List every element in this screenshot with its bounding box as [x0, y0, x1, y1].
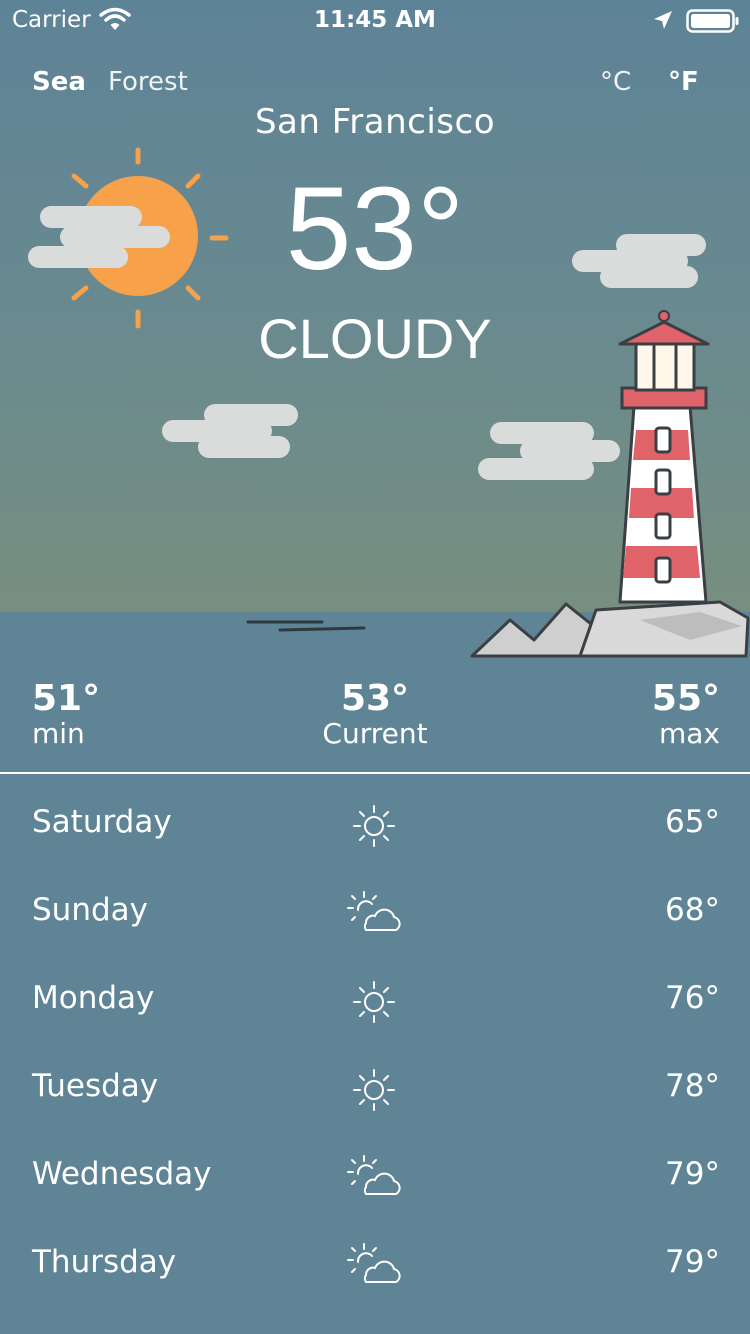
unit-celsius-toggle[interactable]: °C [600, 67, 631, 97]
forecast-day: Monday [32, 980, 155, 1016]
current-label: Current [322, 717, 428, 750]
tab-forest[interactable]: Forest [108, 67, 188, 97]
forecast-row: Tuesday 78° [0, 1046, 750, 1134]
forecast-temp: 68° [665, 892, 720, 928]
stat-max: 55° max [652, 678, 720, 750]
sun-icon [342, 974, 406, 1030]
temperature-stats: 51° min 53° Current 55° max [0, 678, 750, 770]
current-temperature: 53° [285, 163, 465, 295]
forecast-row: Thursday 79° [0, 1222, 750, 1310]
max-temperature: 55° [651, 678, 720, 719]
sun-icon [342, 1062, 406, 1118]
city-name: San Francisco [254, 102, 496, 142]
partly-cloudy-icon [342, 1238, 406, 1294]
tab-sea[interactable]: Sea [32, 67, 86, 97]
forecast-temp: 65° [665, 804, 720, 840]
weather-condition: CLOUDY [258, 307, 492, 370]
partly-cloudy-icon [342, 886, 406, 942]
forecast-day: Wednesday [32, 1156, 212, 1192]
location-arrow-icon [654, 11, 672, 29]
partly-cloudy-icon [342, 1150, 406, 1206]
forecast-temp: 79° [665, 1244, 720, 1280]
forecast-temp: 78° [665, 1068, 720, 1104]
forecast-list[interactable]: Saturday 65° Sunday 68° Monday 76° Tuesd… [0, 782, 750, 1310]
forecast-row: Wednesday 79° [0, 1134, 750, 1222]
forecast-day: Thursday [32, 1244, 177, 1280]
clock: 11:45 AM [314, 7, 436, 33]
max-label: max [658, 717, 720, 750]
forecast-row: Sunday 68° [0, 870, 750, 958]
divider [0, 772, 750, 774]
forecast-row: Saturday 65° [0, 782, 750, 870]
stat-current: 53° Current [0, 678, 750, 750]
unit-fahrenheit-toggle[interactable]: °F [668, 67, 699, 97]
forecast-temp: 79° [665, 1156, 720, 1192]
forecast-day: Sunday [32, 892, 148, 928]
status-bar: Carrier 11:45 AM [0, 0, 750, 40]
forecast-day: Tuesday [32, 1068, 159, 1104]
forecast-temp: 76° [665, 980, 720, 1016]
current-temperature-small: 53° [340, 678, 410, 719]
sun-icon [342, 798, 406, 854]
forecast-day: Saturday [32, 804, 172, 840]
battery-icon [686, 9, 739, 33]
forecast-row: Monday 76° [0, 958, 750, 1046]
